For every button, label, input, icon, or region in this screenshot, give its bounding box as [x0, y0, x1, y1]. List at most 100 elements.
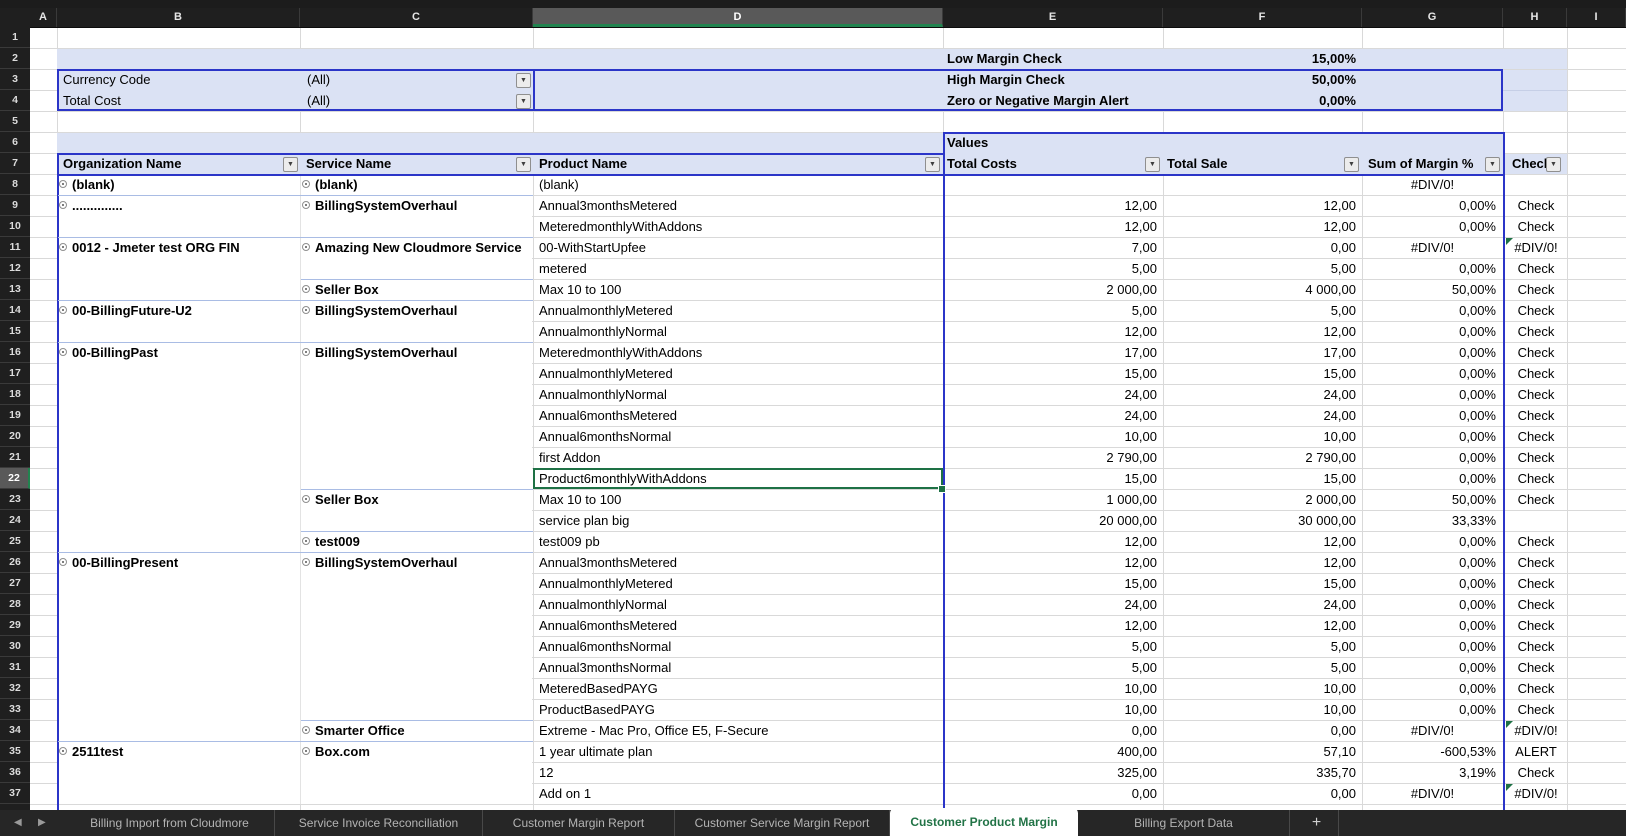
total-sale-cell-r26[interactable]: 12,00: [1163, 552, 1356, 573]
product-cell-r33[interactable]: ProductBasedPAYG: [539, 699, 939, 720]
margin-cell-r12[interactable]: 0,00%: [1362, 258, 1496, 279]
total-costs-cell-r13[interactable]: 2 000,00: [943, 279, 1157, 300]
product-cell-r11[interactable]: 00-WithStartUpfee: [539, 237, 939, 258]
product-cell-r25[interactable]: test009 pb: [539, 531, 939, 552]
org-cell-r9[interactable]: ..............: [72, 195, 296, 216]
service-cell-r34[interactable]: Smarter Office: [315, 720, 541, 741]
row-header-15[interactable]: 15: [0, 321, 30, 342]
product-cell-r37[interactable]: Add on 1: [539, 783, 939, 804]
header-organization-name[interactable]: Organization Name: [63, 153, 281, 174]
total-sale-cell-r37[interactable]: 0,00: [1163, 783, 1356, 804]
sheet-tab-customer-margin-report[interactable]: Customer Margin Report: [483, 810, 675, 836]
margin-cell-r28[interactable]: 0,00%: [1362, 594, 1496, 615]
row-header-35[interactable]: 35: [0, 741, 30, 762]
service-cell-r11[interactable]: Amazing New Cloudmore Service: [315, 237, 541, 258]
collapse-button[interactable]: [59, 558, 67, 566]
high-margin-check-value[interactable]: 50,00%: [1163, 69, 1356, 90]
collapse-button[interactable]: [302, 180, 310, 188]
service-cell-r25[interactable]: test009: [315, 531, 541, 552]
sum-of-margin-filter-dropdown[interactable]: ▼: [1485, 157, 1500, 172]
collapse-button[interactable]: [302, 495, 310, 503]
check-cell-r30[interactable]: Check: [1505, 636, 1567, 657]
total-sale-cell-r20[interactable]: 10,00: [1163, 426, 1356, 447]
row-header-19[interactable]: 19: [0, 405, 30, 426]
header-total-costs[interactable]: Total Costs: [947, 153, 1142, 174]
margin-cell-r25[interactable]: 0,00%: [1362, 531, 1496, 552]
row-header-14[interactable]: 14: [0, 300, 30, 321]
collapse-button[interactable]: [302, 747, 310, 755]
header-product-name[interactable]: Product Name: [539, 153, 919, 174]
check-cell-r37[interactable]: #DIV/0!: [1505, 783, 1567, 804]
total-costs-filter-dropdown[interactable]: ▼: [1145, 157, 1160, 172]
service-name-filter-dropdown[interactable]: ▼: [516, 157, 531, 172]
total-sale-cell-r33[interactable]: 10,00: [1163, 699, 1356, 720]
check-cell-r9[interactable]: Check: [1505, 195, 1567, 216]
total-sale-cell-r11[interactable]: 0,00: [1163, 237, 1356, 258]
check-cell-r10[interactable]: Check: [1505, 216, 1567, 237]
row-header-25[interactable]: 25: [0, 531, 30, 552]
row-header-2[interactable]: 2: [0, 48, 30, 69]
total-costs-cell-r12[interactable]: 5,00: [943, 258, 1157, 279]
column-header-C[interactable]: C: [300, 8, 533, 27]
row-header-13[interactable]: 13: [0, 279, 30, 300]
service-cell-r26[interactable]: BillingSystemOverhaul: [315, 552, 541, 573]
total-costs-cell-r26[interactable]: 12,00: [943, 552, 1157, 573]
check-cell-r32[interactable]: Check: [1505, 678, 1567, 699]
service-cell-r35[interactable]: Box.com: [315, 741, 541, 762]
low-margin-check-value[interactable]: 15,00%: [1163, 48, 1356, 69]
service-cell-r8[interactable]: (blank): [315, 174, 541, 195]
margin-cell-r18[interactable]: 0,00%: [1362, 384, 1496, 405]
total-sale-cell-r31[interactable]: 5,00: [1163, 657, 1356, 678]
product-cell-r29[interactable]: Annual6monthsMetered: [539, 615, 939, 636]
row-header-21[interactable]: 21: [0, 447, 30, 468]
total-sale-cell-r14[interactable]: 5,00: [1163, 300, 1356, 321]
check-cell-r19[interactable]: Check: [1505, 405, 1567, 426]
row-header-33[interactable]: 33: [0, 699, 30, 720]
margin-cell-r26[interactable]: 0,00%: [1362, 552, 1496, 573]
margin-cell-r32[interactable]: 0,00%: [1362, 678, 1496, 699]
product-cell-r34[interactable]: Extreme - Mac Pro, Office E5, F-Secure: [539, 720, 939, 741]
sheet-tab-customer-service-margin-report[interactable]: Customer Service Margin Report: [675, 810, 890, 836]
total-costs-cell-r17[interactable]: 15,00: [943, 363, 1157, 384]
org-cell-r14[interactable]: 00-BillingFuture-U2: [72, 300, 296, 321]
row-header-36[interactable]: 36: [0, 762, 30, 783]
row-header-23[interactable]: 23: [0, 489, 30, 510]
service-cell-r16[interactable]: BillingSystemOverhaul: [315, 342, 541, 363]
margin-cell-r22[interactable]: 0,00%: [1362, 468, 1496, 489]
product-cell-r8[interactable]: (blank): [539, 174, 939, 195]
row-header-24[interactable]: 24: [0, 510, 30, 531]
total-sale-cell-r22[interactable]: 15,00: [1163, 468, 1356, 489]
org-cell-r8[interactable]: (blank): [72, 174, 296, 195]
total-costs-cell-r35[interactable]: 400,00: [943, 741, 1157, 762]
product-cell-r9[interactable]: Annual3monthsMetered: [539, 195, 939, 216]
margin-cell-r30[interactable]: 0,00%: [1362, 636, 1496, 657]
filter-label-currency-code[interactable]: Currency Code: [63, 69, 283, 90]
row-header-28[interactable]: 28: [0, 594, 30, 615]
column-header-E[interactable]: E: [943, 8, 1163, 27]
margin-cell-r14[interactable]: 0,00%: [1362, 300, 1496, 321]
collapse-button[interactable]: [59, 348, 67, 356]
org-cell-r35[interactable]: 2511test: [72, 741, 296, 762]
organization-name-filter-dropdown[interactable]: ▼: [283, 157, 298, 172]
product-cell-r24[interactable]: service plan big: [539, 510, 939, 531]
margin-cell-r37[interactable]: #DIV/0!: [1362, 783, 1503, 804]
column-header-F[interactable]: F: [1163, 8, 1362, 27]
collapse-button[interactable]: [302, 201, 310, 209]
total-costs-cell-r23[interactable]: 1 000,00: [943, 489, 1157, 510]
check-cell-r26[interactable]: Check: [1505, 552, 1567, 573]
row-header-3[interactable]: 3: [0, 69, 30, 90]
check-filter-dropdown[interactable]: ▼: [1546, 157, 1561, 172]
collapse-button[interactable]: [302, 348, 310, 356]
total-sale-cell-r24[interactable]: 30 000,00: [1163, 510, 1356, 531]
total-sale-cell-r9[interactable]: 12,00: [1163, 195, 1356, 216]
check-cell-r16[interactable]: Check: [1505, 342, 1567, 363]
check-cell-r12[interactable]: Check: [1505, 258, 1567, 279]
filter-label-total-cost[interactable]: Total Cost: [63, 90, 283, 111]
sheet-tab-billing-export-data[interactable]: Billing Export Data: [1078, 810, 1290, 836]
collapse-button[interactable]: [59, 306, 67, 314]
row-header-6[interactable]: 6: [0, 132, 30, 153]
collapse-button[interactable]: [302, 726, 310, 734]
check-cell-r18[interactable]: Check: [1505, 384, 1567, 405]
total-costs-cell-r34[interactable]: 0,00: [943, 720, 1157, 741]
margin-cell-r36[interactable]: 3,19%: [1362, 762, 1496, 783]
